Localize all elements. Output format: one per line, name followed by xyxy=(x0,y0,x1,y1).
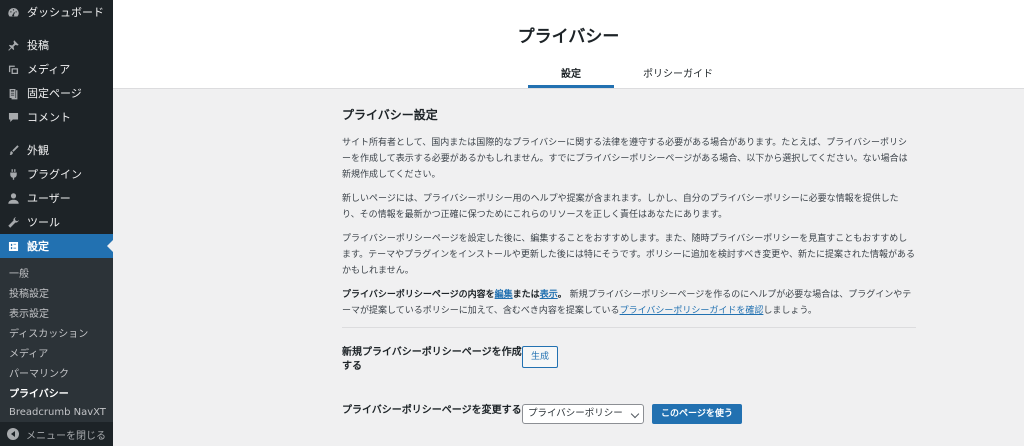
sidebar-item-label: ダッシュボード xyxy=(27,6,104,19)
comment-icon xyxy=(6,110,20,124)
create-page-row: 新規プライバシーポリシーページを作成する 生成 xyxy=(342,346,916,374)
sidebar-item-pages[interactable]: 固定ページ xyxy=(0,81,113,105)
privacy-guide-link[interactable]: プライバシーポリシーガイドを確認 xyxy=(620,306,764,316)
edit-view-lead: プライバシーポリシーページの内容を xyxy=(342,290,495,300)
sidebar-item-posts[interactable]: 投稿 xyxy=(0,33,113,57)
wrench-icon xyxy=(6,215,20,229)
collapse-menu-label: メニューを閉じる xyxy=(26,430,106,442)
dashboard-icon xyxy=(6,5,20,19)
submenu-item-permalinks[interactable]: パーマリンク xyxy=(0,362,113,382)
privacy-header: プライバシー 設定 ポリシーガイド xyxy=(113,0,1024,89)
submenu-item-reading[interactable]: 表示設定 xyxy=(0,302,113,322)
sidebar-item-label: ユーザー xyxy=(27,192,71,205)
submenu-item-general[interactable]: 一般 xyxy=(0,262,113,282)
privacy-page-select[interactable]: プライバシーポリシー xyxy=(522,404,644,424)
brush-icon xyxy=(6,143,20,157)
select-value: プライバシーポリシー xyxy=(528,408,623,419)
edit-view-paragraph: プライバシーポリシーページの内容を編集または表示。 新規プライバシーポリシーペー… xyxy=(342,287,916,319)
plugin-icon xyxy=(6,167,20,181)
sidebar-item-comments[interactable]: コメント xyxy=(0,105,113,129)
divider xyxy=(342,327,916,328)
or-text: または xyxy=(512,290,540,300)
sidebar-item-label: メディア xyxy=(27,63,71,76)
tab-settings[interactable]: 設定 xyxy=(528,60,614,88)
change-page-row: プライバシーポリシーページを変更する プライバシーポリシー このページを使う xyxy=(342,404,916,424)
sidebar-item-label: 投稿 xyxy=(27,39,49,52)
view-link[interactable]: 表示 xyxy=(540,290,558,300)
edit-link[interactable]: 編集 xyxy=(495,290,513,300)
page-icon xyxy=(6,86,20,100)
privacy-settings-content: プライバシー設定 サイト所有者として、国内または国際的なプライバシーに関する法律… xyxy=(342,107,916,424)
sidebar-item-plugins[interactable]: プラグイン xyxy=(0,162,113,186)
sidebar-item-label: コメント xyxy=(27,111,71,124)
period-text: 。 xyxy=(557,290,567,300)
sidebar-item-label: 設定 xyxy=(27,240,49,253)
settings-submenu: 一般 投稿設定 表示設定 ディスカッション メディア パーマリンク プライバシー… xyxy=(0,258,113,426)
sidebar-item-dashboard[interactable]: ダッシュボード xyxy=(0,0,113,24)
settings-icon xyxy=(6,239,20,253)
submenu-item-breadcrumb-navxt[interactable]: Breadcrumb NavXT xyxy=(0,402,113,422)
sidebar-item-settings[interactable]: 設定 xyxy=(0,234,113,258)
collapse-menu-button[interactable]: メニューを閉じる xyxy=(0,422,113,446)
submenu-item-writing[interactable]: 投稿設定 xyxy=(0,282,113,302)
submenu-item-privacy[interactable]: プライバシー xyxy=(0,382,113,402)
media-icon xyxy=(6,62,20,76)
user-icon xyxy=(6,191,20,205)
section-title: プライバシー設定 xyxy=(342,108,438,122)
sidebar-item-appearance[interactable]: 外観 xyxy=(0,138,113,162)
chevron-down-icon xyxy=(630,409,640,419)
sidebar-item-tools[interactable]: ツール xyxy=(0,210,113,234)
help-paragraph: 新しいページには、プライバシーポリシー用のヘルプや提案が含まれます。しかし、自分… xyxy=(342,194,899,220)
intro-paragraph: サイト所有者として、国内または国際的なプライバシーに関する法律を遵守する必要があ… xyxy=(342,138,908,180)
change-page-label: プライバシーポリシーページを変更する xyxy=(342,405,522,416)
review-paragraph: プライバシーポリシーページを設定した後に、編集することをおすすめします。また、随… xyxy=(342,234,915,276)
sidebar-item-users[interactable]: ユーザー xyxy=(0,186,113,210)
submenu-item-media[interactable]: メディア xyxy=(0,342,113,362)
create-page-label: 新規プライバシーポリシーページを作成する xyxy=(342,347,522,372)
use-this-page-button[interactable]: このページを使う xyxy=(652,404,742,424)
sidebar-item-label: ツール xyxy=(27,216,60,229)
admin-sidebar: ダッシュボード 投稿 メディア 固定ページ コメント 外観 プラグイン ユーザー… xyxy=(0,0,113,446)
guide-tail-text: しましょう。 xyxy=(763,306,817,316)
tab-policy-guide[interactable]: ポリシーガイド xyxy=(633,60,723,88)
sidebar-item-label: プラグイン xyxy=(27,168,82,181)
page-title: プライバシー xyxy=(517,27,620,47)
pin-icon xyxy=(6,38,20,52)
sidebar-item-label: 外観 xyxy=(27,144,49,157)
sidebar-item-media[interactable]: メディア xyxy=(0,57,113,81)
submenu-item-discussion[interactable]: ディスカッション xyxy=(0,322,113,342)
sidebar-item-label: 固定ページ xyxy=(27,87,82,100)
collapse-arrow-icon xyxy=(7,428,19,440)
create-page-button[interactable]: 生成 xyxy=(522,346,559,368)
